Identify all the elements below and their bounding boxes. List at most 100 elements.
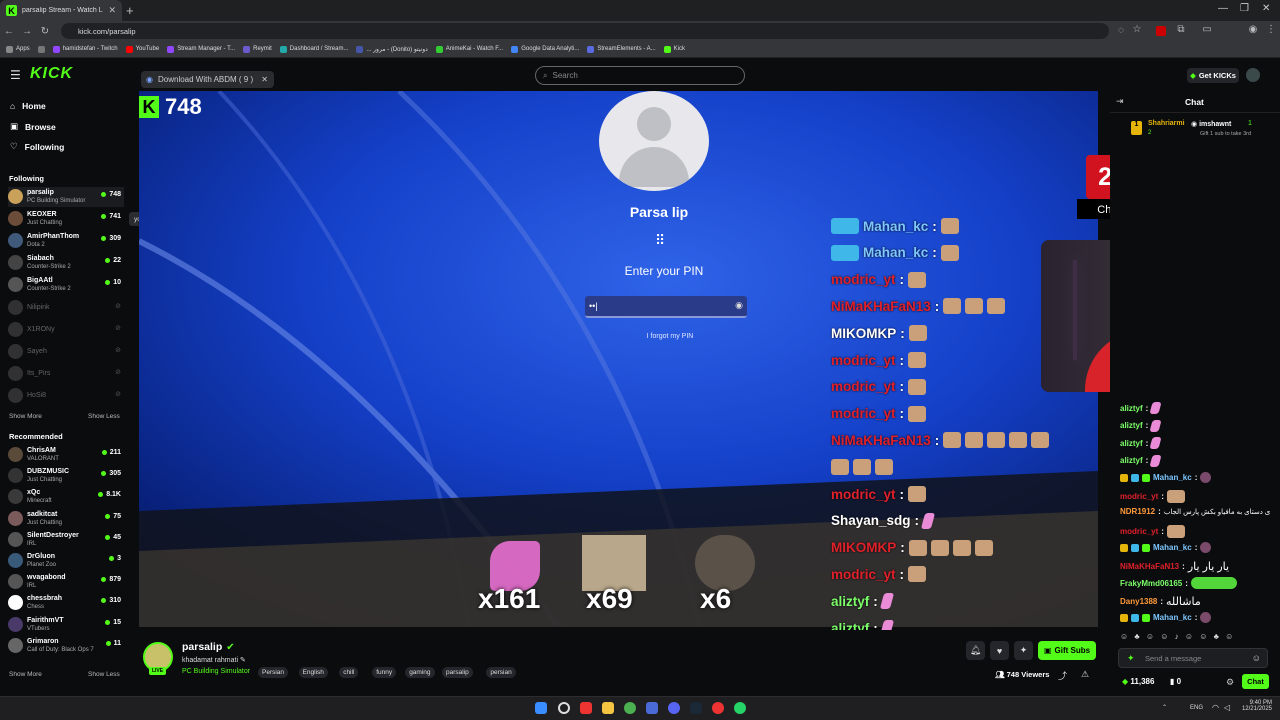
follow-heart-icon[interactable]: ♥ xyxy=(990,641,1009,660)
stream-category[interactable]: PC Building Simulator xyxy=(182,668,250,675)
steam-icon[interactable] xyxy=(690,702,702,714)
sidebar-recommended-item[interactable]: chessbrah Chess 310 xyxy=(8,593,124,613)
nav-browse[interactable]: ▣ Browse xyxy=(10,121,56,132)
bookmark-item[interactable] xyxy=(37,45,45,53)
chat-message[interactable]: modric_yt: xyxy=(1120,524,1185,538)
media-icon[interactable] xyxy=(712,702,724,714)
send-message-input[interactable]: ✦ Send a message ☺ xyxy=(1118,648,1268,668)
kick-logo[interactable]: KICK xyxy=(30,65,73,83)
bookmark-twitch[interactable]: hamidstefan - Twitch xyxy=(52,45,118,53)
app-icon[interactable] xyxy=(646,702,658,714)
sidebar-recommended-item[interactable]: sadkitcat Just Chatting 75 xyxy=(8,509,124,529)
search-input[interactable]: ⌕ Search xyxy=(535,66,745,85)
sidebar-recommended-item[interactable]: ChrisAM VALORANT 211 xyxy=(8,445,124,465)
bookmark-animekai[interactable]: AnimeKai - Watch F... xyxy=(435,45,503,53)
hamburger-menu-icon[interactable]: ☰ xyxy=(10,68,21,82)
sidebar-channel-offline[interactable]: HoSi8 ⊘ xyxy=(8,386,124,406)
app-icon[interactable] xyxy=(580,702,592,714)
chat-username[interactable]: aliztyf xyxy=(1120,421,1143,430)
sidebar-channel-offline[interactable]: Its_Pirs ⊘ xyxy=(8,364,124,384)
bookmark-streamelements[interactable]: StreamElements - A... xyxy=(587,45,656,53)
sidebar-channel-item[interactable]: parsalip PC Building Simulator 748 xyxy=(8,187,124,207)
chat-message[interactable]: Dany1388: ماشالله xyxy=(1120,595,1201,608)
bookmark-kick[interactable]: Kick xyxy=(663,45,685,53)
sidebar-recommended-item[interactable]: DrGluon Planet Zoo 3 xyxy=(8,551,124,571)
chat-username[interactable]: Dany1388 xyxy=(1120,597,1157,606)
new-tab-icon[interactable]: + xyxy=(126,3,134,18)
user-avatar[interactable] xyxy=(1246,68,1260,82)
sidepanel-icon[interactable]: ▭ xyxy=(1198,24,1216,35)
whatsapp-icon[interactable] xyxy=(734,702,746,714)
maximize-icon[interactable]: ❐ xyxy=(1240,3,1249,14)
nav-following[interactable]: ♡ Following xyxy=(10,141,64,152)
sidebar-recommended-item[interactable]: FairithmVT VTubers 15 xyxy=(8,615,124,635)
wifi-icon[interactable]: ◠ xyxy=(1212,703,1219,712)
search-taskbar-icon[interactable] xyxy=(558,702,570,714)
show-less-recommended[interactable]: Show Less xyxy=(88,671,120,678)
sidebar-recommended-item[interactable]: DUBZMUSIC Just Chatting 305 xyxy=(8,466,124,486)
sidebar-recommended-item[interactable]: wvagabond IRL 879 xyxy=(8,572,124,592)
chat-message[interactable]: Mahan_kc: xyxy=(1120,612,1212,623)
chat-username[interactable]: Mahan_kc xyxy=(1153,613,1192,622)
stream-tag[interactable]: persian xyxy=(486,667,516,678)
chat-username[interactable]: Mahan_kc xyxy=(1153,473,1192,482)
notification-bell-icon[interactable]: 🔔︎ xyxy=(966,641,985,660)
chat-message[interactable]: NiMaKHaFaN13: یار یار یار xyxy=(1120,560,1229,573)
bookmark-star-icon[interactable]: ☆ xyxy=(1128,24,1146,35)
bookmark-dashboard[interactable]: Dashboard / Stream... xyxy=(279,45,348,53)
chat-message[interactable]: Mahan_kc: xyxy=(1120,472,1212,483)
chat-username[interactable]: NDR1912 xyxy=(1120,507,1155,516)
stream-tag[interactable]: parsalip xyxy=(442,667,473,678)
file-explorer-icon[interactable] xyxy=(602,702,614,714)
sidebar-channel-item[interactable]: AmirPhanThom Dota 2 309 xyxy=(8,231,124,251)
chat-send-button[interactable]: Chat xyxy=(1242,674,1269,689)
close-tab-icon[interactable]: ✕ xyxy=(108,5,116,16)
chat-username[interactable]: aliztyf xyxy=(1120,439,1143,448)
chat-username[interactable]: NiMaKHaFaN13 xyxy=(1120,562,1179,571)
sidebar-channel-offline[interactable]: Nilipink ⊘ xyxy=(8,298,124,318)
show-more-recommended[interactable]: Show More xyxy=(9,671,42,678)
get-kicks-button[interactable]: ◆ Get KICKs xyxy=(1187,68,1239,83)
gift-subs-button[interactable]: ▣ Gift Subs xyxy=(1038,641,1096,660)
reload-icon[interactable]: ↻ xyxy=(36,26,54,37)
chevron-up-icon[interactable]: ⌃ xyxy=(1162,704,1167,711)
chat-username[interactable]: FrakyMmd06165 xyxy=(1120,579,1182,588)
nav-home[interactable]: ⌂ Home xyxy=(10,101,46,111)
chat-message[interactable]: aliztyf: xyxy=(1120,419,1162,432)
bookmark-stream-manager[interactable]: Stream Manager - T... xyxy=(167,45,235,53)
chat-username[interactable]: aliztyf xyxy=(1120,456,1143,465)
chat-username[interactable]: modric_yt xyxy=(1120,492,1158,501)
emoji-icon[interactable]: ☺ xyxy=(1252,653,1261,663)
streamer-name[interactable]: parsalip ✔ xyxy=(182,641,235,653)
collapse-chat-icon[interactable]: ⇥ xyxy=(1116,96,1124,107)
sidebar-channel-item[interactable]: Siabach Counter-Strike 2 22 xyxy=(8,253,124,273)
chat-message[interactable]: modric_yt: xyxy=(1120,489,1185,503)
stream-tag[interactable]: funny xyxy=(372,667,397,678)
sidebar-channel-offline[interactable]: X1RONy ⊘ xyxy=(8,320,124,340)
chat-username[interactable]: modric_yt xyxy=(1120,527,1158,536)
menu-dots-icon[interactable]: ⋮ xyxy=(1262,24,1280,35)
sidebar-channel-item[interactable]: BigAAtl Counter-Strike 2 10 xyxy=(8,275,124,295)
chat-settings-icon[interactable]: ⚙ xyxy=(1226,677,1234,688)
profile-icon[interactable]: ◉ xyxy=(1244,24,1262,35)
sidebar-channel-offline[interactable]: Sayeh ⊘ xyxy=(8,342,124,362)
close-window-icon[interactable]: ✕ xyxy=(1262,3,1270,14)
url-input[interactable]: kick.com/parsalip xyxy=(61,23,1109,39)
start-icon[interactable] xyxy=(535,702,547,714)
report-icon[interactable]: ⚠ xyxy=(1081,669,1089,680)
bookmark-donito[interactable]: ... مرور - (Donito) دونیتو xyxy=(356,45,428,53)
extension-icon[interactable] xyxy=(1156,26,1166,36)
bookmark-google[interactable]: Google Data Analyti... xyxy=(511,45,579,53)
chat-message[interactable]: aliztyf: xyxy=(1120,454,1162,467)
stream-tag[interactable]: gaming xyxy=(405,667,435,678)
stream-tag[interactable]: chill xyxy=(339,667,359,678)
chat-message[interactable]: FrakyMmd06165: xyxy=(1120,577,1237,589)
forward-icon[interactable]: → xyxy=(18,26,36,37)
show-less-following[interactable]: Show Less xyxy=(88,413,120,420)
language-indicator[interactable]: ENG xyxy=(1190,705,1203,711)
chat-message[interactable]: aliztyf: xyxy=(1120,437,1162,449)
volume-icon[interactable]: ◁ xyxy=(1224,703,1230,712)
chat-message[interactable]: NDR1912: ی دستای به مافیاو بکش پارس الجاب xyxy=(1120,507,1270,516)
sparkle-icon[interactable]: ✦ xyxy=(1014,641,1033,660)
minimize-icon[interactable]: — xyxy=(1218,3,1228,14)
